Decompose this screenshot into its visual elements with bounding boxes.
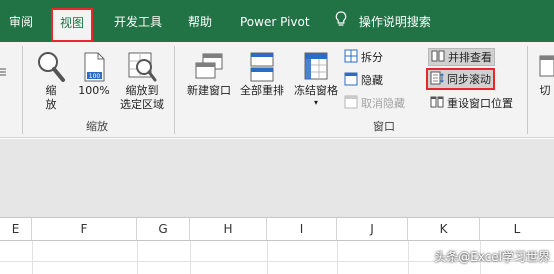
new-window-label: 新建窗口	[187, 84, 231, 97]
grid-line	[267, 241, 268, 274]
sync-scroll-icon	[430, 70, 444, 89]
lightbulb-icon	[335, 10, 347, 35]
side-by-side-label: 并排查看	[448, 51, 492, 64]
grid-line	[337, 241, 338, 274]
group-separator	[174, 46, 175, 134]
freeze-panes-label: 冻结窗格	[294, 84, 338, 97]
ribbon: 缩 放 100 100% 缩放到 选定区域 缩放 新建窗口 全部重排 冻结窗格 …	[0, 42, 554, 138]
partial-left-icon	[0, 62, 6, 81]
arrange-all-button[interactable]: 全部重排	[236, 46, 288, 98]
formula-bar-area	[0, 139, 554, 217]
ribbon-tab-bar: 审阅 视图 开发工具 帮助 Power Pivot 操作说明搜索	[0, 0, 554, 42]
zoom-button[interactable]: 缩 放	[32, 46, 70, 112]
switch-windows-button[interactable]: 切	[536, 46, 554, 98]
hide-button[interactable]: 隐藏	[344, 71, 383, 89]
zoom-100-label: 100%	[78, 84, 110, 97]
watermark: 头条@Excel学习世界	[434, 250, 550, 264]
grid-line	[190, 241, 191, 274]
hide-label: 隐藏	[361, 74, 383, 87]
switch-windows-icon	[536, 46, 554, 84]
reset-window-position-button[interactable]: 重设窗口位置	[430, 94, 513, 112]
tab-developer[interactable]: 开发工具	[114, 10, 162, 34]
unhide-icon	[344, 94, 358, 113]
zoom-label-line2: 放	[45, 98, 57, 111]
split-button[interactable]: 拆分	[344, 48, 383, 66]
zoom-100-button[interactable]: 100 100%	[74, 46, 114, 98]
new-window-icon	[194, 46, 224, 84]
column-header-k[interactable]: K	[408, 218, 480, 240]
magnifier-icon	[36, 46, 66, 84]
reset-position-icon	[430, 94, 444, 113]
switch-windows-label: 切	[539, 84, 551, 97]
column-header-i[interactable]: I	[267, 218, 337, 240]
grid-line	[408, 241, 409, 274]
column-header-j[interactable]: J	[337, 218, 408, 240]
grid-line	[32, 241, 33, 274]
tab-review[interactable]: 审阅	[9, 10, 33, 34]
reset-position-label: 重设窗口位置	[447, 97, 513, 110]
side-by-side-icon	[431, 48, 445, 67]
zoom-selection-label-line1: 缩放到	[125, 84, 159, 97]
tab-help[interactable]: 帮助	[188, 10, 212, 34]
zoom-selection-label-line2: 选定区域	[120, 98, 164, 111]
column-header-e[interactable]: E	[0, 218, 32, 240]
tab-view[interactable]: 视图	[51, 8, 94, 42]
column-header-g[interactable]: G	[137, 218, 190, 240]
unhide-label: 取消隐藏	[361, 97, 405, 110]
page-100-icon: 100	[81, 46, 107, 84]
window-group-label: 窗口	[373, 120, 395, 133]
view-side-by-side-button[interactable]: 并排查看	[428, 48, 495, 66]
grid-line	[137, 241, 138, 274]
hide-icon	[344, 71, 358, 90]
column-header-l[interactable]: L	[480, 218, 554, 240]
arrange-all-icon	[248, 46, 276, 84]
zoom-group-label: 缩放	[86, 120, 108, 133]
tab-power-pivot[interactable]: Power Pivot	[240, 10, 310, 34]
svg-text:100: 100	[89, 73, 101, 80]
unhide-button[interactable]: 取消隐藏	[344, 94, 405, 112]
zoom-to-selection-button[interactable]: 缩放到 选定区域	[116, 46, 168, 112]
arrange-all-label: 全部重排	[240, 84, 284, 97]
split-icon	[344, 48, 358, 67]
sync-scroll-label: 同步滚动	[447, 73, 491, 86]
zoom-label-line1: 缩	[45, 84, 57, 97]
new-window-button[interactable]: 新建窗口	[183, 46, 235, 98]
column-headers: E F G H I J K L	[0, 217, 554, 241]
freeze-panes-button[interactable]: 冻结窗格 ▾	[289, 46, 343, 108]
column-header-h[interactable]: H	[190, 218, 267, 240]
excel-window: 审阅 视图 开发工具 帮助 Power Pivot 操作说明搜索 缩 放 100…	[0, 0, 554, 274]
freeze-panes-icon	[302, 46, 330, 84]
split-label: 拆分	[361, 51, 383, 64]
group-separator	[22, 46, 23, 134]
zoom-selection-icon	[126, 46, 158, 84]
synchronous-scrolling-button[interactable]: 同步滚动	[426, 68, 495, 90]
chevron-down-icon: ▾	[313, 98, 318, 107]
tell-me-search[interactable]: 操作说明搜索	[335, 10, 431, 34]
group-separator	[527, 46, 528, 134]
column-header-f[interactable]: F	[32, 218, 137, 240]
tell-me-label: 操作说明搜索	[358, 15, 431, 29]
